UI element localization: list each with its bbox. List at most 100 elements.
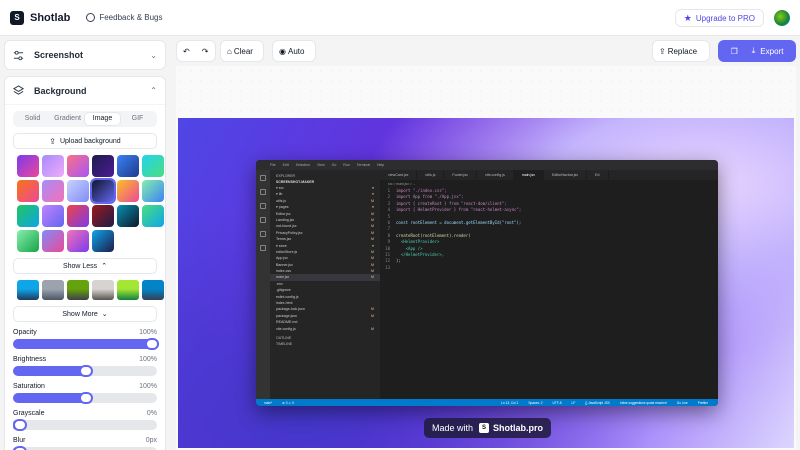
background-thumbnail[interactable]	[67, 230, 89, 252]
editor-tab[interactable]: utils.js	[417, 170, 445, 180]
tab-solid[interactable]: Solid	[15, 113, 50, 125]
menu-item[interactable]: File	[270, 163, 276, 167]
photo-thumbnail[interactable]	[142, 280, 164, 300]
screenshot-canvas[interactable]: File Edit Selection View Go Run Terminal Help E…	[178, 118, 794, 448]
background-thumbnail[interactable]	[17, 180, 39, 202]
photo-thumbnail[interactable]	[67, 280, 89, 300]
list-item[interactable]: vite.config.js M	[270, 326, 380, 332]
menu-item[interactable]: Go	[332, 163, 337, 167]
photo-thumbnail[interactable]	[42, 280, 64, 300]
background-thumbnail[interactable]	[117, 180, 139, 202]
export-button[interactable]: ❐ ⤓ Export	[718, 40, 796, 62]
slider-value: 0px	[145, 437, 157, 444]
slider-label: Brightness	[13, 356, 47, 363]
menu-item[interactable]: View	[317, 163, 325, 167]
clear-label: Clear	[233, 46, 253, 56]
background-thumbnail[interactable]	[117, 155, 139, 177]
auto-button[interactable]: ◉ Auto	[272, 40, 316, 62]
editor-tab[interactable]: EditorNavbar.jsx	[544, 170, 588, 180]
opacity-slider[interactable]	[13, 338, 159, 350]
clear-button[interactable]: ⌂ Clear	[220, 40, 264, 62]
upload-background-button[interactable]: ⇪ Upload background	[13, 133, 157, 149]
status-right: Ln 13, Col 1 Spaces: 2 UTF-8 LF {} JavaScrip…	[501, 401, 718, 405]
chevron-up-icon: ⌃	[101, 263, 108, 270]
shotlab-logo-icon[interactable]: S	[10, 10, 24, 25]
app-name[interactable]: Shotlab	[30, 12, 70, 24]
code-editor: viewCard.jsx utils.js Footer.jsx vite.confi…	[380, 170, 718, 399]
status-item[interactable]: ⊗ 0 ⚠ 0	[282, 401, 294, 405]
undo-icon[interactable]: ↶	[177, 47, 196, 56]
screenshot-panel-header[interactable]: Screenshot ⌄	[5, 41, 165, 69]
code-text: const rootElement = document.getElementB…	[396, 219, 522, 225]
background-thumbnail[interactable]	[142, 205, 164, 227]
code-lines: 1 import "./index.css"; 2 import App from "…	[380, 188, 718, 271]
slider-handle[interactable]	[13, 419, 27, 431]
background-thumbnail[interactable]	[92, 230, 114, 252]
status-item[interactable]: Prettier	[698, 401, 708, 405]
tab-image[interactable]: Image	[85, 113, 120, 125]
status-item[interactable]: UTF-8	[553, 401, 562, 405]
upload-label: Upload background	[59, 137, 121, 145]
editor-tab[interactable]: main.jsx	[513, 170, 544, 180]
background-thumbnail[interactable]	[42, 230, 64, 252]
background-thumbnail[interactable]	[67, 155, 89, 177]
feedback-link[interactable]: Feedback & Bugs	[86, 13, 163, 22]
status-item[interactable]: main*	[264, 401, 272, 405]
background-thumbnail[interactable]	[17, 205, 39, 227]
menu-item[interactable]: Terminal	[357, 163, 370, 167]
shotlab-logo-icon: S	[479, 423, 490, 433]
photo-thumbnail[interactable]	[92, 280, 114, 300]
menu-item[interactable]: Selection	[296, 163, 310, 167]
background-thumbnail[interactable]	[90, 178, 116, 204]
tab-gradient[interactable]: Gradient	[50, 113, 85, 125]
background-thumbnail[interactable]	[67, 180, 89, 202]
status-item[interactable]: Go Live	[677, 401, 688, 405]
slider-handle[interactable]	[13, 446, 27, 450]
show-more-label: Show More	[62, 310, 98, 318]
show-less-button[interactable]: Show Less ⌃	[13, 258, 157, 274]
slider-handle[interactable]	[145, 338, 159, 350]
run-icon	[260, 217, 266, 223]
background-thumbnail[interactable]	[42, 205, 64, 227]
editor-tab[interactable]: Footer.jsx	[444, 170, 477, 180]
status-item[interactable]: {} JavaScript JSX	[585, 401, 610, 405]
grayscale-slider[interactable]	[13, 419, 157, 431]
menu-item[interactable]: Edit	[283, 163, 289, 167]
avatar[interactable]	[774, 10, 790, 26]
background-thumbnail[interactable]	[42, 155, 64, 177]
status-item[interactable]: Inline suggestions quota reached	[620, 401, 667, 405]
background-thumbnail[interactable]	[67, 205, 89, 227]
chevron-down-icon: ⌄	[101, 311, 108, 318]
background-thumbnail[interactable]	[17, 155, 39, 177]
show-more-button[interactable]: Show More ⌄	[13, 306, 157, 322]
editor-tab[interactable]: viewCard.jsx	[380, 170, 418, 180]
background-thumbnail[interactable]	[117, 205, 139, 227]
upload-icon: ⇪	[49, 136, 56, 146]
adjustment-sliders: Opacity 100% Brightness 100% Saturation 100% G…	[13, 329, 159, 450]
photo-thumbnail[interactable]	[17, 280, 39, 300]
saturation-slider[interactable]	[13, 392, 157, 404]
background-thumbnail[interactable]	[17, 230, 39, 252]
slider-handle[interactable]	[79, 365, 93, 377]
editor-tab[interactable]: Ed	[587, 170, 609, 180]
tab-gif[interactable]: GIF	[120, 113, 155, 125]
background-panel-header[interactable]: Background ⌃	[5, 77, 165, 105]
status-item[interactable]: Spaces: 2	[528, 401, 542, 405]
photo-thumbnail[interactable]	[117, 280, 139, 300]
replace-button[interactable]: ⇪ Replace	[652, 40, 710, 62]
menu-item[interactable]: Help	[377, 163, 384, 167]
background-thumbnail[interactable]	[142, 155, 164, 177]
code-text: import { HelmetProvider } from "react-he…	[396, 207, 522, 213]
background-thumbnail[interactable]	[42, 180, 64, 202]
background-thumbnail[interactable]	[92, 155, 114, 177]
status-item[interactable]: LF	[572, 401, 576, 405]
upgrade-button[interactable]: ★ Upgrade to PRO	[674, 9, 764, 27]
brightness-slider[interactable]	[13, 365, 157, 377]
background-thumbnail[interactable]	[92, 205, 114, 227]
status-item[interactable]: Ln 13, Col 1	[501, 401, 518, 405]
redo-icon[interactable]: ↷	[196, 47, 215, 56]
slider-handle[interactable]	[79, 392, 93, 404]
editor-tab[interactable]: vite.config.js	[477, 170, 514, 180]
background-thumbnail[interactable]	[142, 180, 164, 202]
menu-item[interactable]: Run	[343, 163, 349, 167]
